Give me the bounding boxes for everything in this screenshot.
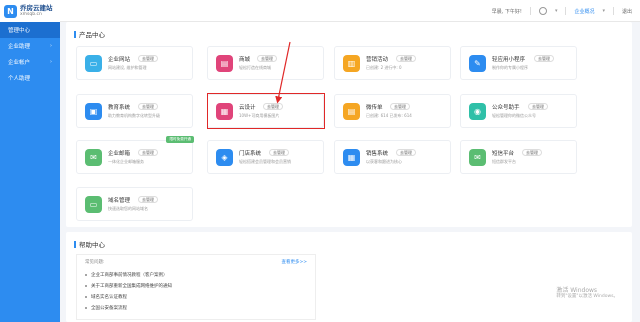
help-center-panel: 帮助中心 常见问题: 查看更多>> 企业工商部事前情况教程（客户案例） 关于工商… xyxy=(66,232,632,322)
divider xyxy=(529,7,531,15)
sidebar: 管理中心 企业助理 › 企业帐户 › 个人助理 xyxy=(0,22,60,322)
brand-domain: xmsqb.cn xyxy=(20,11,42,17)
greeting-text: 早晨, 下午好! xyxy=(491,8,522,15)
logo-badge: N xyxy=(4,4,17,18)
faq-item[interactable]: 企业工商部事前情况教程（客户案例） xyxy=(85,269,307,280)
section-title: 帮助中心 xyxy=(74,239,105,249)
divider xyxy=(612,7,614,15)
divider xyxy=(565,7,567,15)
faq-box: 常见问题: 查看更多>> 企业工商部事前情况教程（客户案例） 关于工商部重新全国… xyxy=(76,254,316,320)
brand-name: 乔房云建站 xyxy=(20,4,53,12)
product-center-panel: 产品中心 ▭ 企业网站 去管理 网站建设, 维护和管理 ▤ 商城 去管理 轻松打造在线商城 ▥ 营… xyxy=(66,22,632,227)
sidebar-item-label: 个人助理 xyxy=(8,76,31,82)
annotation-arrow xyxy=(275,41,291,104)
chevron-right-icon: › xyxy=(50,59,52,65)
main-content: 产品中心 ▭ 企业网站 去管理 网站建设, 维护和管理 ▤ 商城 去管理 轻松打造在线商城 ▥ 营… xyxy=(60,22,640,322)
sidebar-item-accounts[interactable]: 企业帐户 › xyxy=(0,54,60,70)
faq-item[interactable]: 关于工商部重新全国集成网络维护的通知 xyxy=(85,280,307,291)
top-bar: N 乔房云建站 xmsqb.cn 早晨, 下午好! ▾ 企业概况 ▾ 退出 xyxy=(0,0,640,22)
sidebar-item-label: 企业帐户 xyxy=(8,60,31,66)
logout-link[interactable]: 退出 xyxy=(622,8,632,15)
brand-logo[interactable]: N 乔房云建站 xmsqb.cn xyxy=(0,0,60,22)
sidebar-item-management[interactable]: 管理中心 xyxy=(0,22,60,38)
chevron-down-icon[interactable]: ▾ xyxy=(602,8,605,14)
windows-activation-watermark: 激活 Windows 转到"设置"以激活 Windows。 xyxy=(556,287,618,300)
faq-item[interactable]: 域名实名认证教程 xyxy=(85,291,307,302)
faq-item[interactable]: 全国公安备案流程 xyxy=(85,302,307,313)
see-more-link[interactable]: 查看更多>> xyxy=(281,259,307,265)
chevron-right-icon: › xyxy=(50,43,52,49)
account-link[interactable]: 企业概况 xyxy=(574,8,594,15)
faq-label: 常见问题: xyxy=(85,260,105,265)
user-icon[interactable] xyxy=(538,7,547,15)
sidebar-item-label: 管理中心 xyxy=(8,28,31,34)
sidebar-item-assistant[interactable]: 企业助理 › xyxy=(0,38,60,54)
sidebar-item-personal[interactable]: 个人助理 xyxy=(0,70,60,86)
sidebar-item-label: 企业助理 xyxy=(8,44,31,50)
chevron-down-icon[interactable]: ▾ xyxy=(555,8,558,14)
help-center-title: 帮助中心 xyxy=(79,241,105,249)
